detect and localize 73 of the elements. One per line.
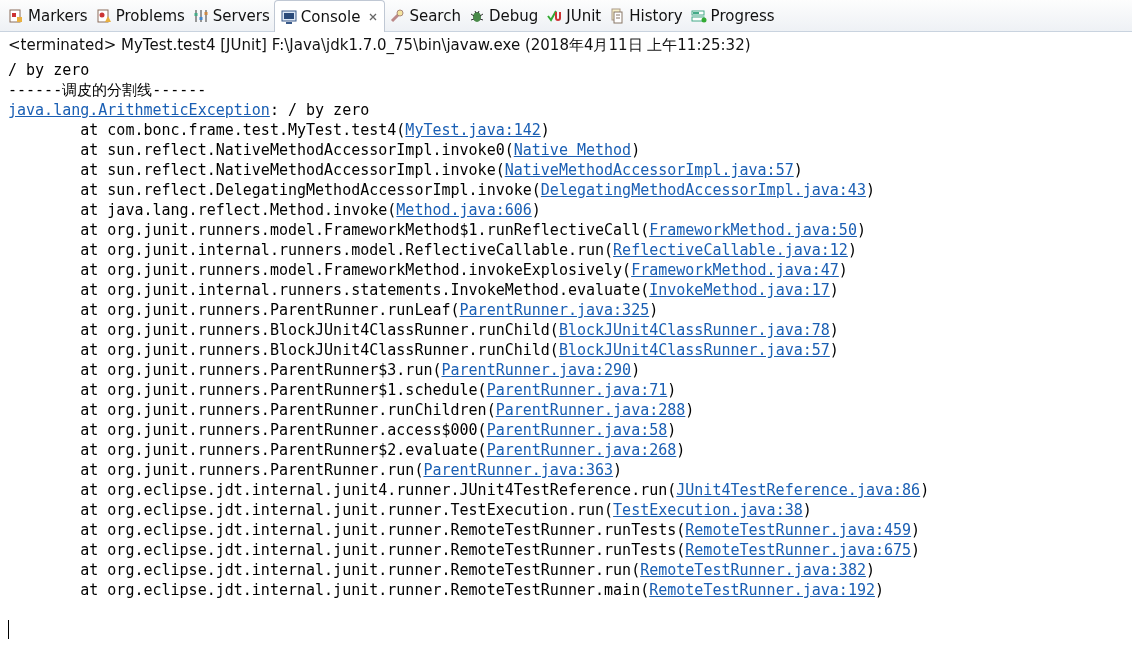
source-link[interactable]: NativeMethodAccessorImpl.java:57	[504, 161, 794, 179]
stack-frame-line: at org.junit.runners.ParentRunner.runLeaf(ParentRunner.java:325)	[79, 300, 659, 320]
stack-frame-line: at sun.reflect.NativeMethodAccessorImpl.invoke0(Native Method)	[79, 140, 641, 160]
exception-link[interactable]: java.lang.ArithmeticException	[8, 101, 270, 119]
stack-frame-line: at com.bonc.frame.test.MyTest.test4(MyTest.java:142)	[79, 120, 550, 140]
monitor-icon	[280, 8, 297, 25]
source-link[interactable]: FrameworkMethod.java:47	[631, 261, 839, 279]
source-link[interactable]: ParentRunner.java:288	[495, 401, 686, 419]
stack-frame-line: at org.eclipse.jdt.internal.junit4.runner.JUnit4TestReference.run(JUnit4TestReference.java:86)	[79, 480, 930, 500]
source-link[interactable]: ParentRunner.java:268	[486, 441, 677, 459]
source-link[interactable]: RemoteTestRunner.java:459	[685, 521, 912, 539]
stack-frame-line: at org.junit.runners.BlockJUnit4ClassRunner.runChild(BlockJUnit4ClassRunner.java:78)	[79, 320, 839, 340]
view-tab[interactable]: JUnit	[542, 1, 606, 31]
close-icon[interactable]	[368, 11, 379, 22]
console-title: <terminated> MyTest.test4 [JUnit] F:\Java\jdk1.7.0_75\bin\javaw.exe (2018年4月11日 上午11:25:32)	[7, 35, 752, 56]
source-link[interactable]: RemoteTestRunner.java:192	[649, 581, 875, 599]
stack-frame-line: at java.lang.reflect.Method.invoke(Method.java:606)	[79, 200, 541, 220]
source-link[interactable]: Native Method	[513, 141, 632, 159]
text-cursor	[8, 620, 9, 639]
stack-frame-line: at org.eclipse.jdt.internal.junit.runner.RemoteTestRunner.runTests(RemoteTestRunner.java:459)	[79, 520, 921, 540]
view-tab[interactable]: History	[605, 1, 687, 31]
exception-line: java.lang.ArithmeticException: / by zero	[8, 100, 370, 120]
stack-frame-line: at org.junit.runners.model.FrameworkMethod.invokeExplosively(FrameworkMethod.java:47)	[79, 260, 848, 280]
view-tab[interactable]: Servers	[188, 1, 274, 31]
source-link[interactable]: RemoteTestRunner.java:675	[685, 541, 912, 559]
source-link[interactable]: RemoteTestRunner.java:382	[640, 561, 866, 579]
view-tab[interactable]: Debug	[464, 1, 543, 31]
problem-sheet-icon	[95, 8, 112, 24]
source-link[interactable]: ParentRunner.java:363	[423, 461, 614, 479]
stack-frame-line: at org.eclipse.jdt.internal.junit.runner.RemoteTestRunner.runTests(RemoteTestRunner.java:675)	[79, 540, 921, 560]
view-tab[interactable]: Problems	[91, 1, 189, 31]
view-tab[interactable]: Search	[385, 1, 465, 31]
source-link[interactable]: ParentRunner.java:58	[486, 421, 668, 439]
source-link[interactable]: FrameworkMethod.java:50	[649, 221, 857, 239]
view-tab[interactable]: Progress	[686, 1, 779, 31]
stack-frame-line: at org.junit.runners.ParentRunner$1.schedule(ParentRunner.java:71)	[79, 380, 677, 400]
source-link[interactable]: JUnit4TestReference.java:86	[676, 481, 921, 499]
source-link[interactable]: InvokeMethod.java:17	[649, 281, 830, 299]
stack-frame-line: at org.junit.runners.BlockJUnit4ClassRunner.runChild(BlockJUnit4ClassRunner.java:57)	[79, 340, 839, 360]
bug-icon	[468, 8, 485, 24]
console-line: ------调皮的分割线------	[8, 80, 207, 100]
source-link[interactable]: BlockJUnit4ClassRunner.java:57	[558, 341, 830, 359]
stack-frame-line: at org.junit.runners.ParentRunner.access$000(ParentRunner.java:58)	[79, 420, 677, 440]
stack-frame-line: at sun.reflect.NativeMethodAccessorImpl.invoke(NativeMethodAccessorImpl.java:57)	[79, 160, 803, 180]
check-u-icon	[546, 8, 563, 24]
stack-frame-line: at org.eclipse.jdt.internal.junit.runner.RemoteTestRunner.main(RemoteTestRunner.java:192)	[79, 580, 884, 600]
source-link[interactable]: ParentRunner.java:290	[441, 361, 632, 379]
stack-frame-line: at org.junit.runners.ParentRunner.runChildren(ParentRunner.java:288)	[79, 400, 695, 420]
view-tab[interactable]: Console	[273, 0, 386, 32]
marker-sheet-icon	[8, 8, 24, 24]
stack-frame-line: at org.junit.runners.ParentRunner$2.evaluate(ParentRunner.java:268)	[79, 440, 686, 460]
documents-icon	[609, 8, 626, 24]
source-link[interactable]: DelegatingMethodAccessorImpl.java:43	[540, 181, 866, 199]
source-link[interactable]: ParentRunner.java:71	[486, 381, 668, 399]
search-icon	[389, 8, 406, 24]
source-link[interactable]: TestExecution.java:38	[613, 501, 803, 519]
stack-frame-line: at org.junit.internal.runners.model.ReflectiveCallable.run(ReflectiveCallable.java:12)	[79, 240, 857, 260]
stack-frame-line: at org.junit.internal.runners.statements.InvokeMethod.evaluate(InvokeMethod.java:17)	[79, 280, 839, 300]
source-link[interactable]: MyTest.java:142	[405, 121, 541, 139]
view-tab[interactable]: Markers	[4, 1, 92, 31]
source-link[interactable]: BlockJUnit4ClassRunner.java:78	[558, 321, 830, 339]
source-link[interactable]: Method.java:606	[396, 201, 532, 219]
stack-frame-line: at org.junit.runners.model.FrameworkMethod$1.runReflectiveCall(FrameworkMethod.java:50)	[79, 220, 866, 240]
sliders-icon	[192, 8, 209, 24]
stack-frame-line: at org.eclipse.jdt.internal.junit.runner.TestExecution.run(TestExecution.java:38)	[79, 500, 812, 520]
source-link[interactable]: ReflectiveCallable.java:12	[613, 241, 848, 259]
source-link[interactable]: ParentRunner.java:325	[459, 301, 650, 319]
progress-bars-icon	[690, 8, 707, 24]
stack-frame-line: at org.eclipse.jdt.internal.junit.runner.RemoteTestRunner.run(RemoteTestRunner.java:382)	[79, 560, 875, 580]
stack-frame-line: at org.junit.runners.ParentRunner$3.run(ParentRunner.java:290)	[79, 360, 641, 380]
stack-frame-line: at org.junit.runners.ParentRunner.run(ParentRunner.java:363)	[79, 460, 623, 480]
stack-frame-line: at sun.reflect.DelegatingMethodAccessorImpl.invoke(DelegatingMethodAccessorImpl.java:43)	[79, 180, 875, 200]
console-line: / by zero	[8, 60, 90, 80]
